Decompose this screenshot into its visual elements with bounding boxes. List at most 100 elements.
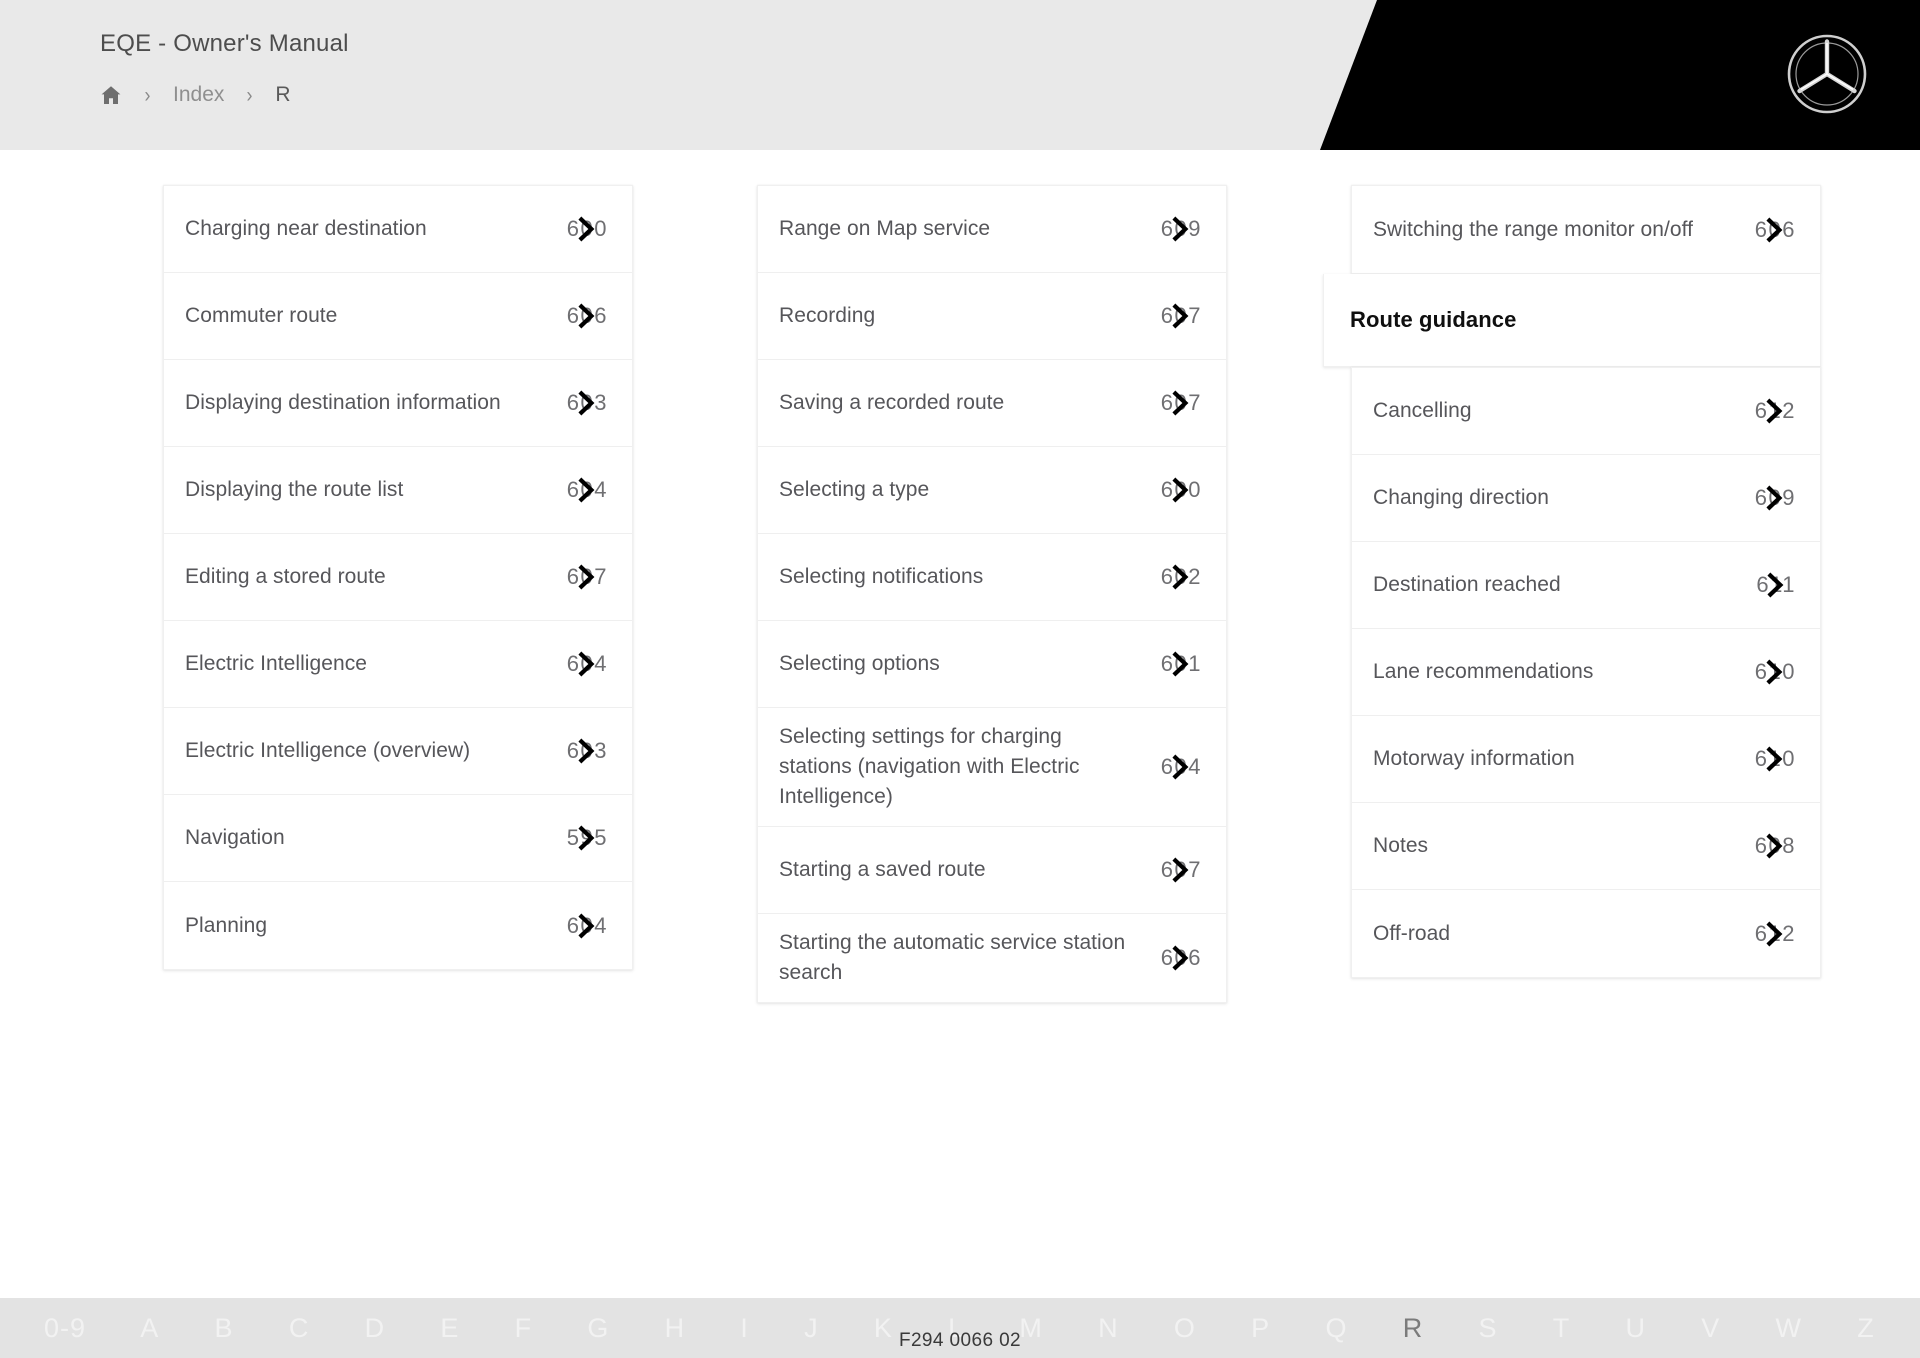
page-number: 604: [1160, 754, 1202, 779]
index-entry-card: Range on Map service 609 Recording 607 Savin…: [757, 185, 1227, 1003]
page-number: 607: [1160, 390, 1202, 415]
index-entry[interactable]: Motorway information 610: [1352, 716, 1820, 803]
index-entry[interactable]: Charging near destination 600: [164, 186, 632, 273]
index-entry-page-reference[interactable]: 603: [567, 738, 610, 764]
page-header: EQE - Owner's Manual › Index › R: [0, 0, 1920, 150]
index-entry-page-reference[interactable]: 607: [567, 564, 610, 590]
index-entry-card: Charging near destination 600 Commuter rou…: [163, 185, 633, 970]
page-number: 606: [1754, 216, 1796, 242]
index-entry-label: Changing direction: [1373, 486, 1550, 509]
index-entry-label: Electric Intelligence (overview): [185, 739, 471, 762]
page-number: 612: [1754, 920, 1796, 946]
index-entry-page-reference[interactable]: 604: [1161, 754, 1204, 780]
index-entry[interactable]: Selecting settings for charging stations…: [758, 708, 1226, 827]
home-icon[interactable]: [100, 85, 122, 105]
index-entry[interactable]: Displaying destination information 603: [164, 360, 632, 447]
page-number: 610: [1754, 746, 1796, 771]
breadcrumb-item-current: R: [275, 83, 291, 106]
index-entry[interactable]: Destination reached 611: [1352, 542, 1820, 629]
index-entry[interactable]: Selecting options 601: [758, 621, 1226, 708]
index-entry-page-reference[interactable]: 607: [1161, 390, 1204, 416]
index-entry-label: Range on Map service: [779, 217, 991, 240]
index-entry-page-reference[interactable]: 604: [567, 477, 610, 503]
index-entry[interactable]: Starting the automatic service station s…: [758, 914, 1226, 1002]
index-entry-card: Switching the range monitor on/off 606: [1351, 185, 1821, 274]
breadcrumb-item-index[interactable]: Index: [173, 83, 224, 107]
index-entry[interactable]: Starting a saved route 607: [758, 827, 1226, 914]
index-entry-label: Commuter route: [185, 304, 338, 327]
index-entry[interactable]: Switching the range monitor on/off 606: [1352, 186, 1820, 273]
index-entry-label: Starting a saved route: [779, 858, 986, 881]
index-entry-label: Navigation: [185, 826, 285, 849]
index-entry-page-reference[interactable]: 612: [1755, 398, 1798, 424]
mercedes-star-icon: [1786, 33, 1868, 115]
index-entry-label: Starting the automatic service station s…: [779, 931, 1126, 984]
index-entry[interactable]: Notes 608: [1352, 803, 1820, 890]
index-entry-page-reference[interactable]: 600: [1161, 477, 1204, 503]
index-column: Charging near destination 600 Commuter rou…: [163, 185, 633, 970]
index-entry-label: Motorway information: [1373, 747, 1575, 770]
index-entry[interactable]: Saving a recorded route 607: [758, 360, 1226, 447]
index-content: Charging near destination 600 Commuter rou…: [0, 150, 1920, 1298]
index-entry-page-reference[interactable]: 612: [1755, 921, 1798, 947]
index-entry-label: Cancelling: [1373, 399, 1472, 422]
index-entry-page-reference[interactable]: 603: [567, 390, 610, 416]
index-entry[interactable]: Range on Map service 609: [758, 186, 1226, 273]
index-entry[interactable]: Commuter route 606: [164, 273, 632, 360]
index-entry-page-reference[interactable]: 606: [567, 303, 610, 329]
index-entry-page-reference[interactable]: 604: [567, 913, 610, 939]
index-entry[interactable]: Lane recommendations 610: [1352, 629, 1820, 716]
index-entry-label: Planning: [185, 913, 268, 937]
index-entry-page-reference[interactable]: 595: [567, 825, 610, 851]
index-entry-label: Off-road: [1373, 921, 1451, 945]
page-number: 604: [566, 651, 608, 676]
index-entry[interactable]: Electric Intelligence 604: [164, 621, 632, 708]
index-entry-page-reference[interactable]: 601: [1161, 651, 1204, 677]
index-entry-label: Editing a stored route: [185, 565, 386, 588]
index-entry-page-reference[interactable]: 610: [1755, 659, 1798, 685]
index-entry-page-reference[interactable]: 604: [567, 651, 610, 677]
index-entry[interactable]: Electric Intelligence (overview) 603: [164, 708, 632, 795]
index-entry-label: Selecting options: [779, 652, 940, 675]
index-entry-label: Destination reached: [1373, 573, 1561, 596]
index-entry[interactable]: Cancelling 612: [1352, 368, 1820, 455]
index-entry[interactable]: Planning 604: [164, 882, 632, 969]
index-entry-page-reference[interactable]: 602: [1161, 564, 1204, 590]
index-entry-page-reference[interactable]: 609: [1161, 216, 1204, 242]
index-entry-page-reference[interactable]: 610: [1755, 746, 1798, 772]
index-entry-page-reference[interactable]: 611: [1756, 572, 1798, 598]
index-entry-page-reference[interactable]: 606: [1755, 217, 1798, 243]
page-number: 609: [1160, 216, 1202, 241]
index-section-heading: Route guidance: [1323, 274, 1821, 367]
document-code: F294 0066 02: [898, 1330, 1022, 1351]
index-entry-label: Charging near destination: [185, 217, 427, 240]
index-entry[interactable]: Editing a stored route 607: [164, 534, 632, 621]
index-entry[interactable]: Navigation 595: [164, 795, 632, 882]
index-entry-page-reference[interactable]: 608: [1755, 833, 1798, 859]
page-title: EQE - Owner's Manual: [100, 30, 349, 57]
index-entry-page-reference[interactable]: 600: [567, 216, 610, 242]
index-entry[interactable]: Off-road 612: [1352, 890, 1820, 977]
page-number: 600: [566, 216, 608, 241]
index-entry-label: Electric Intelligence: [185, 652, 367, 675]
page-number: 604: [566, 477, 608, 502]
index-entry-label: Selecting a type: [779, 478, 930, 501]
index-entry[interactable]: Recording 607: [758, 273, 1226, 360]
index-entry-page-reference[interactable]: 607: [1161, 303, 1204, 329]
index-entry-page-reference[interactable]: 607: [1161, 857, 1204, 883]
alphabet-footer: 0-9 A B C D E F G H I J K L M N O P Q R S T U V W Z F294 0066 02: [0, 1298, 1920, 1358]
index-column: Switching the range monitor on/off 606 Rou…: [1323, 185, 1821, 978]
index-entry-page-reference[interactable]: 606: [1161, 945, 1204, 971]
index-entry-label: Displaying the route list: [185, 478, 404, 501]
index-entry[interactable]: Selecting a type 600: [758, 447, 1226, 534]
page-number: 607: [566, 564, 608, 589]
index-entry[interactable]: Selecting notifications 602: [758, 534, 1226, 621]
index-entry[interactable]: Changing direction 609: [1352, 455, 1820, 542]
index-column: Range on Map service 609 Recording 607 Savin…: [757, 185, 1227, 1003]
index-entry-page-reference[interactable]: 609: [1755, 485, 1798, 511]
breadcrumb: › Index › R: [100, 80, 349, 110]
page-number: 602: [1160, 564, 1202, 589]
page-number: 606: [1160, 945, 1202, 970]
index-entry[interactable]: Displaying the route list 604: [164, 447, 632, 534]
page-number: 607: [1160, 857, 1202, 882]
